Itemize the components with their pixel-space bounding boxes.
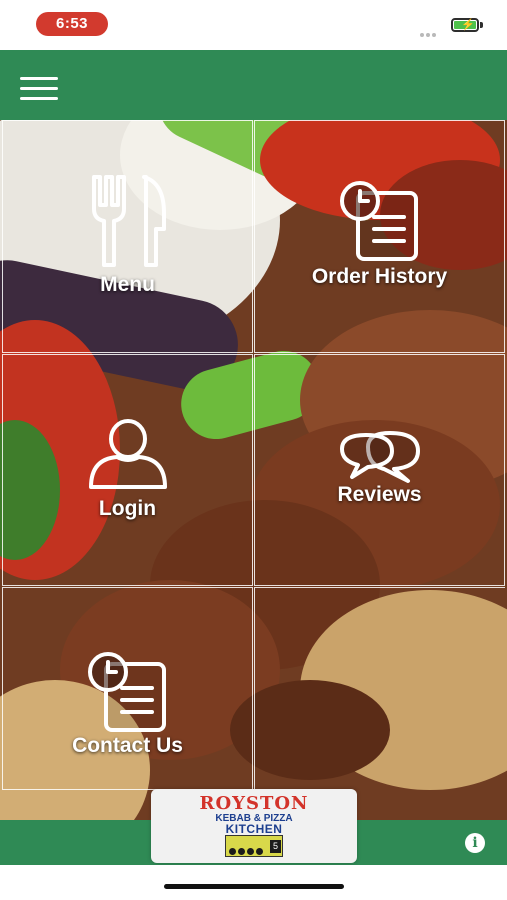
home-area xyxy=(0,865,507,900)
order-history-label: Order History xyxy=(311,265,448,288)
hygiene-rating-badge: 5 xyxy=(225,835,283,857)
status-bar: 6:53 ⚡ xyxy=(0,0,507,50)
reviews-tile[interactable]: Reviews xyxy=(254,354,505,586)
order-history-tile[interactable]: Order History xyxy=(254,120,505,353)
hamburger-menu-icon[interactable] xyxy=(20,77,58,105)
info-icon[interactable]: i xyxy=(465,833,485,853)
contact-clipboard-icon xyxy=(87,652,166,732)
reviews-label: Reviews xyxy=(337,483,422,506)
menu-tile[interactable]: Menu xyxy=(2,120,253,353)
menu-label: Menu xyxy=(100,273,155,296)
logo-title: ROYSTON xyxy=(199,793,309,814)
order-history-icon xyxy=(339,181,418,261)
login-tile[interactable]: Login xyxy=(2,354,253,586)
logo-kitchen: KITCHEN xyxy=(225,822,283,836)
hygiene-rating-value: 5 xyxy=(270,840,281,853)
empty-tile xyxy=(254,587,505,790)
chat-bubbles-icon xyxy=(339,431,420,483)
contact-us-label: Contact Us xyxy=(72,734,183,757)
signal-icon xyxy=(420,24,442,37)
fork-knife-icon xyxy=(91,175,166,267)
battery-icon: ⚡ xyxy=(451,18,479,32)
home-grid: Menu Order History Login Reviews Contact… xyxy=(0,120,507,790)
app-header xyxy=(0,50,507,120)
user-icon xyxy=(88,419,167,489)
battery-tip xyxy=(480,22,483,28)
status-time: 6:53 xyxy=(36,12,108,36)
login-label: Login xyxy=(98,497,157,520)
contact-us-tile[interactable]: Contact Us xyxy=(2,587,253,790)
restaurant-logo: ROYSTON KEBAB & PIZZA KITCHEN 5 xyxy=(151,789,357,863)
home-indicator[interactable] xyxy=(164,884,344,889)
